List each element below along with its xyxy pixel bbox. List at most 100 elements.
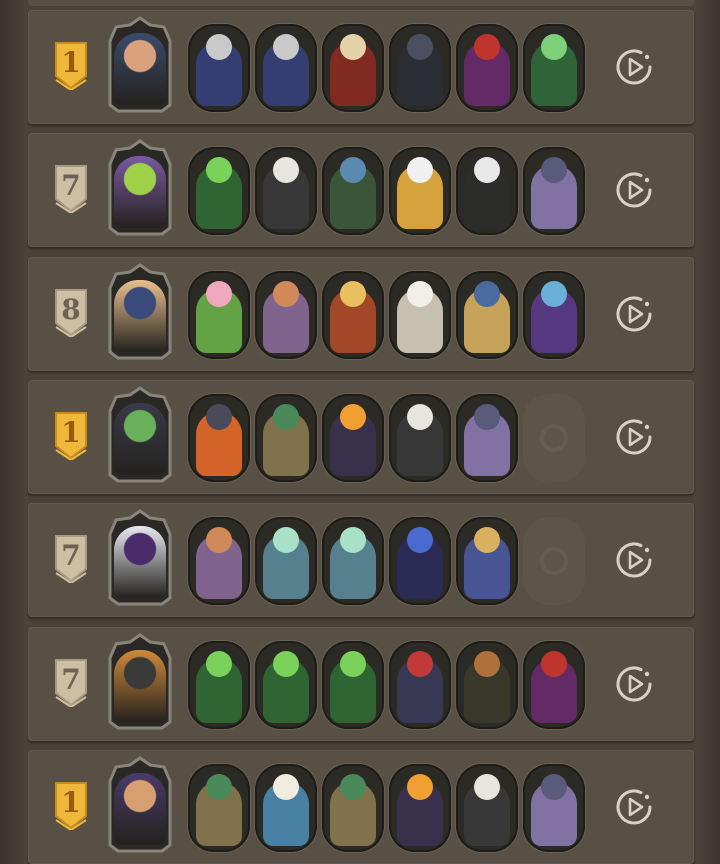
- hero-portrait-masked-rabbit[interactable]: [255, 147, 317, 235]
- hero-head: [340, 651, 366, 677]
- hero-head: [273, 774, 299, 800]
- hero-portrait-green-lantern[interactable]: [523, 24, 585, 112]
- empty-hero-slot: [523, 517, 585, 605]
- hero-portrait-butterfly[interactable]: [389, 764, 451, 852]
- hero-head: [273, 34, 299, 60]
- hero-head: [273, 281, 299, 307]
- replay-button[interactable]: [612, 662, 656, 706]
- rank-badge: 1: [52, 780, 90, 830]
- hero-portrait-masked-rabbit[interactable]: [389, 394, 451, 482]
- hero-portrait-jester-red[interactable]: [456, 24, 518, 112]
- hero-head: [474, 404, 500, 430]
- leader-avatar[interactable]: [104, 15, 176, 113]
- hero-portrait-butterfly[interactable]: [322, 394, 384, 482]
- replay-button[interactable]: [612, 168, 656, 212]
- hero-head: [541, 34, 567, 60]
- hero-head: [273, 651, 299, 677]
- rank-badge: 7: [52, 163, 90, 213]
- hero-head: [340, 281, 366, 307]
- hero-head: [206, 404, 232, 430]
- rank-badge: 7: [52, 657, 90, 707]
- hero-head: [407, 404, 433, 430]
- battle-record-row: 7: [28, 503, 694, 617]
- replay-button[interactable]: [612, 292, 656, 336]
- hero-portrait-parrot-warrior[interactable]: [188, 764, 250, 852]
- rank-number: 7: [61, 169, 81, 202]
- hero-head: [474, 774, 500, 800]
- replay-button[interactable]: [612, 538, 656, 582]
- hero-portrait-knight-bomb[interactable]: [188, 24, 250, 112]
- hero-head: [407, 651, 433, 677]
- battle-record-row: 1: [28, 750, 694, 864]
- replay-button[interactable]: [612, 45, 656, 89]
- hero-portrait-caterpillar[interactable]: [322, 641, 384, 729]
- hero-portrait-armored-knight[interactable]: [456, 271, 518, 359]
- rank-badge: 1: [52, 410, 90, 460]
- rank-badge: 7: [52, 533, 90, 583]
- hero-portrait-masked-rabbit[interactable]: [456, 764, 518, 852]
- hero-portrait-white-doll[interactable]: [389, 271, 451, 359]
- hero-portrait-flower-fairy[interactable]: [188, 271, 250, 359]
- leader-avatar[interactable]: [104, 632, 176, 730]
- hero-portrait-porcupine[interactable]: [456, 147, 518, 235]
- replay-play-icon: [616, 542, 652, 578]
- hero-portrait-priest-gold[interactable]: [322, 24, 384, 112]
- leader-avatar[interactable]: [104, 262, 176, 360]
- replay-play-icon: [616, 49, 652, 85]
- replay-play-icon: [616, 172, 652, 208]
- background-left-edge: [0, 0, 28, 864]
- hero-portrait-elf-sorceress[interactable]: [523, 271, 585, 359]
- hero-head: [407, 774, 433, 800]
- leader-avatar[interactable]: [104, 385, 176, 483]
- hero-portrait-caterpillar[interactable]: [255, 641, 317, 729]
- hero-portrait-goose[interactable]: [389, 147, 451, 235]
- leader-avatar[interactable]: [104, 508, 176, 606]
- battle-record-row: 8: [28, 257, 694, 371]
- hero-portrait-jester-red[interactable]: [523, 641, 585, 729]
- hero-portrait-dwarf-king[interactable]: [456, 517, 518, 605]
- hero-head: [340, 157, 366, 183]
- hero-portrait-knight-bomb[interactable]: [255, 24, 317, 112]
- hero-portrait-fire-bear[interactable]: [188, 394, 250, 482]
- replay-button[interactable]: [612, 415, 656, 459]
- hero-head: [206, 774, 232, 800]
- hero-portrait-pelican[interactable]: [255, 764, 317, 852]
- replay-button[interactable]: [612, 785, 656, 829]
- hero-portrait-goat-spirit[interactable]: [255, 517, 317, 605]
- hero-head: [273, 157, 299, 183]
- hero-portrait-flower-witch[interactable]: [255, 271, 317, 359]
- hero-portrait-hat-goblin[interactable]: [322, 147, 384, 235]
- hero-head: [474, 157, 500, 183]
- battle-record-row: 7: [28, 627, 694, 741]
- hero-portrait-kraken[interactable]: [523, 764, 585, 852]
- hero-portrait-reindeer[interactable]: [456, 641, 518, 729]
- hero-portrait-kraken[interactable]: [523, 147, 585, 235]
- replay-play-icon: [616, 789, 652, 825]
- hero-portrait-bomb[interactable]: [389, 24, 451, 112]
- hero-portrait-kraken[interactable]: [456, 394, 518, 482]
- hero-portrait-goat-spirit[interactable]: [322, 517, 384, 605]
- hero-head: [474, 34, 500, 60]
- hero-head: [206, 651, 232, 677]
- rank-number: 7: [61, 663, 81, 696]
- hero-head: [340, 774, 366, 800]
- empty-slot-emblem-icon: [540, 424, 568, 452]
- leader-avatar[interactable]: [104, 138, 176, 236]
- rank-number: 7: [61, 539, 81, 572]
- hero-portrait-caterpillar[interactable]: [188, 147, 250, 235]
- hero-portrait-parrot-warrior[interactable]: [255, 394, 317, 482]
- leader-avatar[interactable]: [104, 755, 176, 853]
- hero-portrait-red-demon[interactable]: [389, 641, 451, 729]
- hero-portrait-puppet[interactable]: [322, 271, 384, 359]
- hero-portrait-caterpillar[interactable]: [188, 641, 250, 729]
- rank-number: 1: [61, 46, 81, 79]
- rank-badge: 8: [52, 287, 90, 337]
- hero-portrait-parrot-warrior[interactable]: [322, 764, 384, 852]
- battle-record-row: 1: [28, 380, 694, 494]
- hero-head: [541, 281, 567, 307]
- hero-head: [474, 651, 500, 677]
- hero-portrait-blue-sorceress[interactable]: [389, 517, 451, 605]
- hero-portrait-flower-witch[interactable]: [188, 517, 250, 605]
- hero-head: [407, 34, 433, 60]
- leader-portrait-gentleman: [114, 773, 166, 845]
